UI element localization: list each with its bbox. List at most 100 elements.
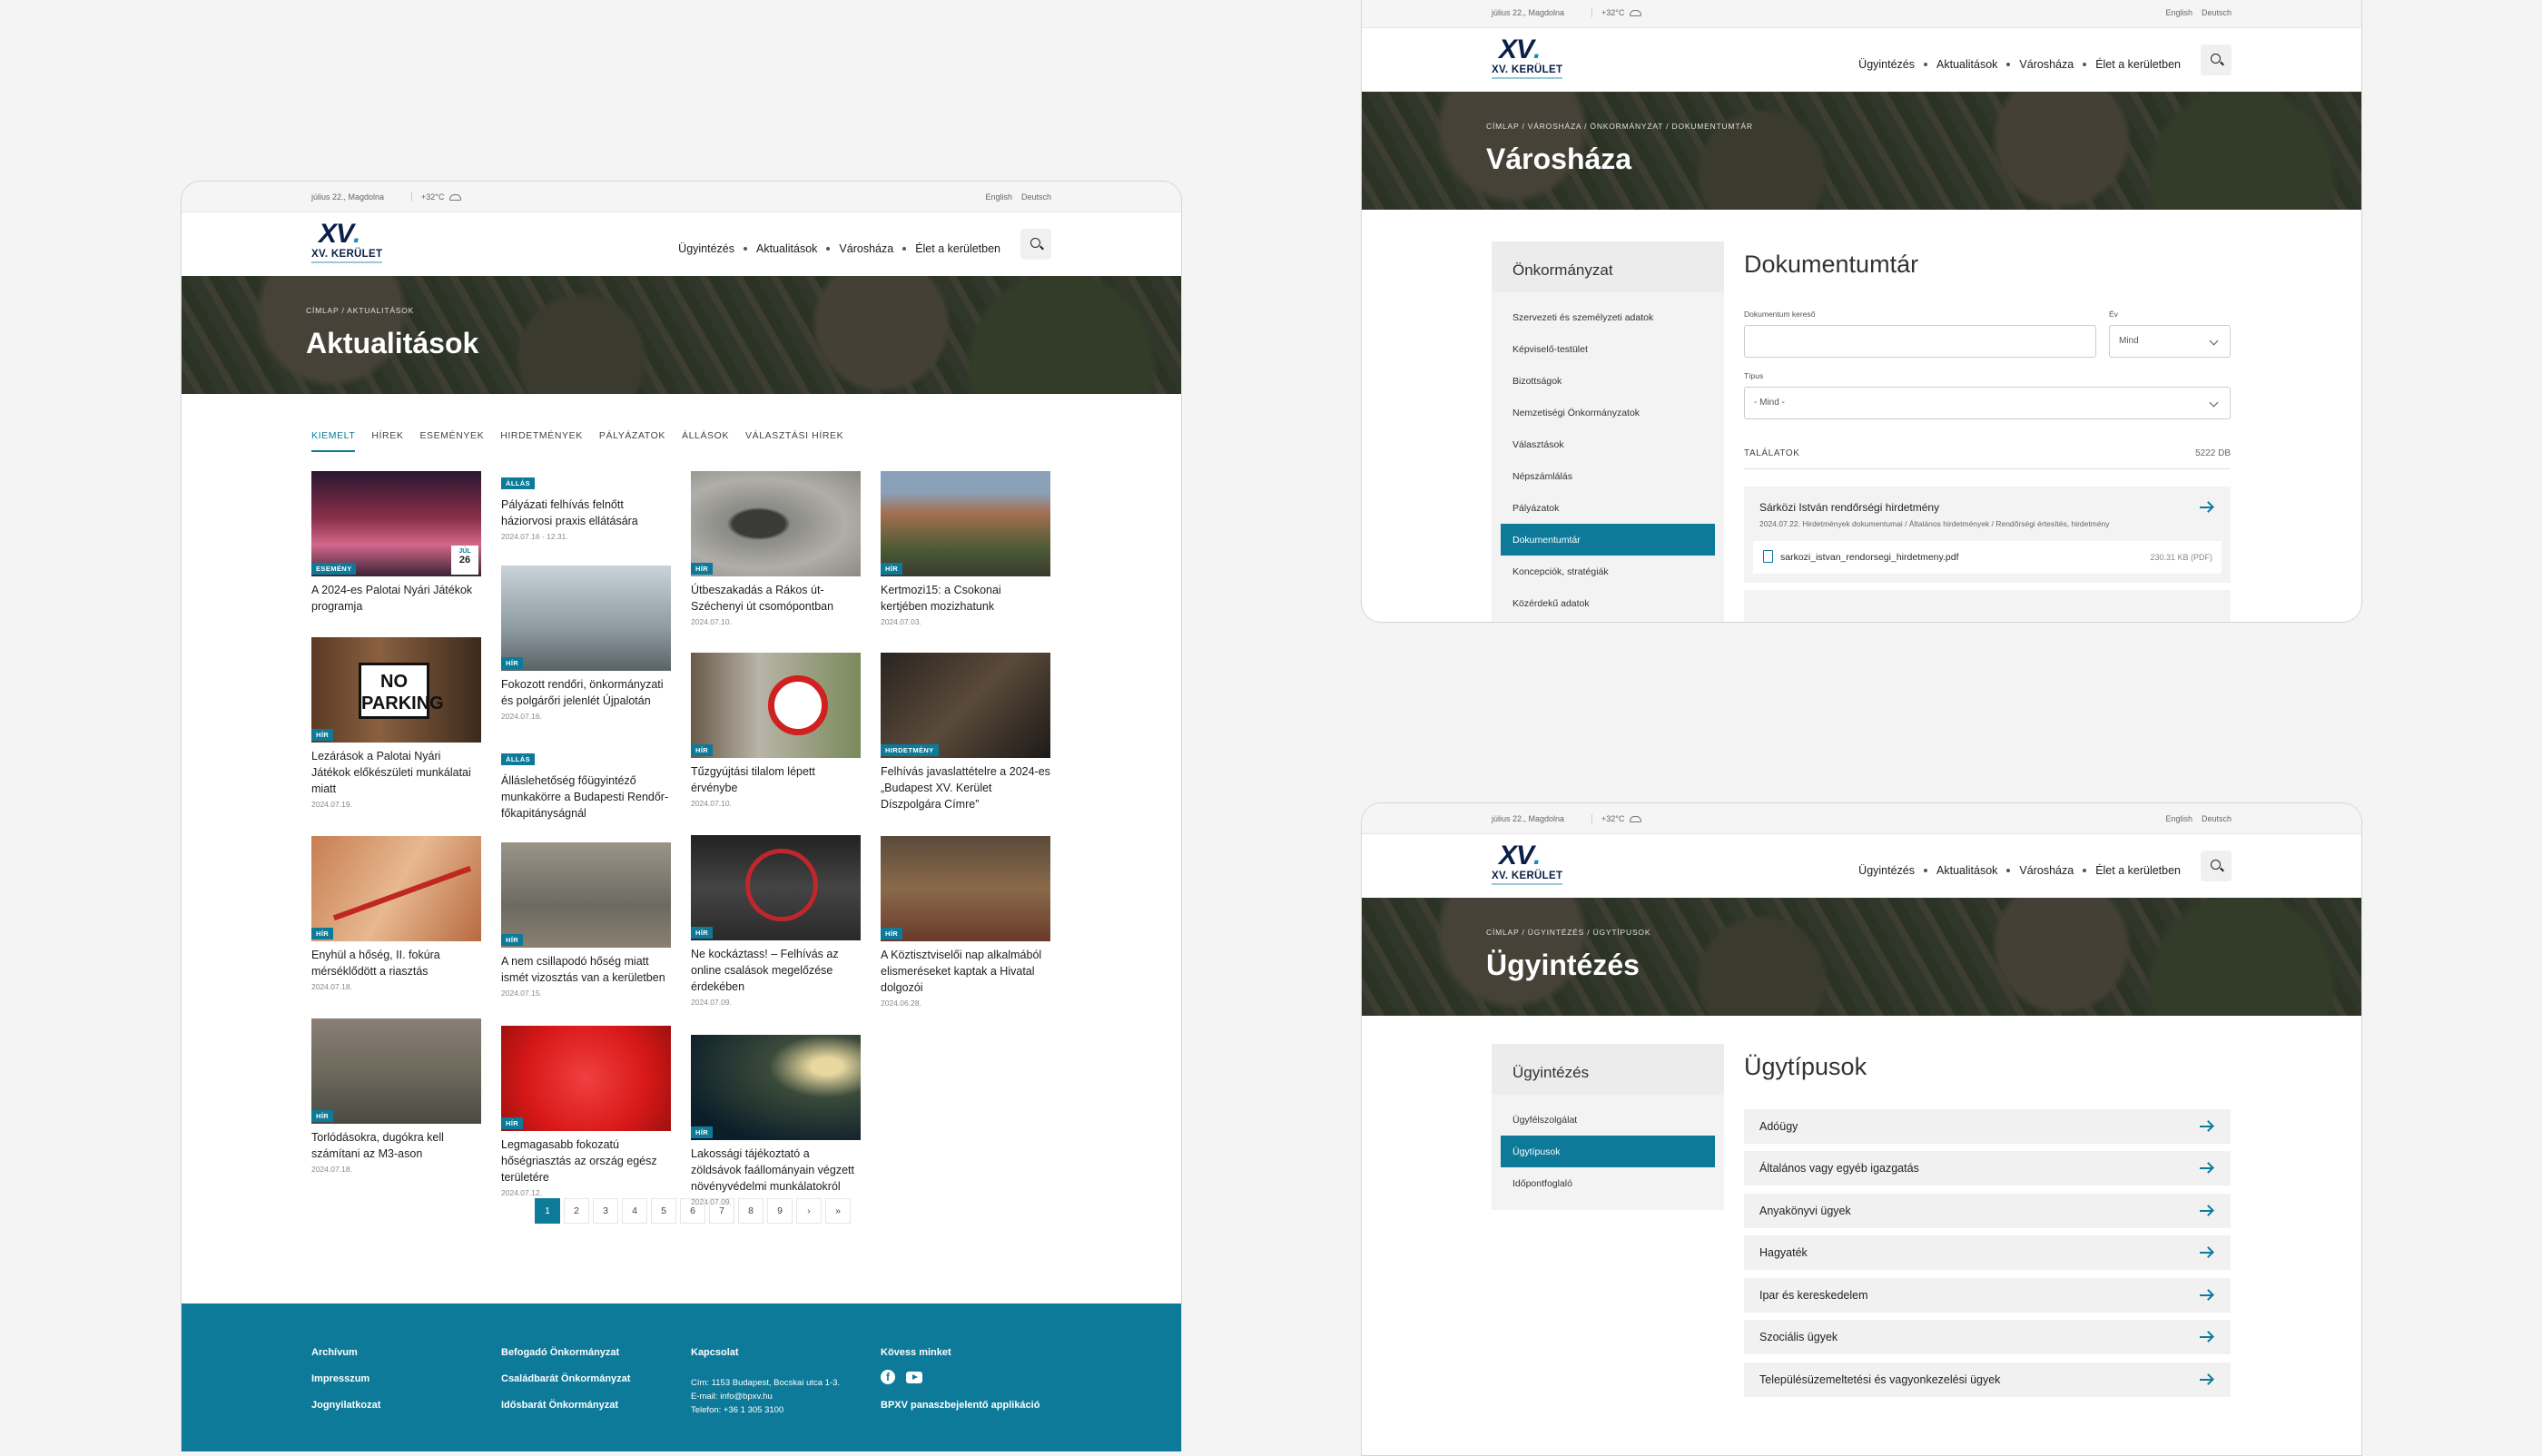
news-card[interactable]: HÍR Ne kockáztass! – Felhívás az online … <box>691 835 861 1007</box>
page-8[interactable]: 8 <box>738 1198 764 1224</box>
nav-ugyintezes[interactable]: Ügyintézés <box>1858 864 1915 877</box>
page-7[interactable]: 7 <box>709 1198 734 1224</box>
sidebar-item[interactable]: Koncepciók, stratégiák <box>1501 556 1715 587</box>
news-card[interactable]: HÍR Útbeszakadás a Rákos út-Széchenyi út… <box>691 471 861 626</box>
news-card[interactable]: HÍR Torlódásokra, dugókra kell számítani… <box>311 1018 481 1174</box>
footer-link[interactable]: Jognyilatkozat <box>311 1400 380 1411</box>
news-card[interactable]: HÍR Legmagasabb fokozatú hőségriasztás a… <box>501 1026 671 1197</box>
page-6[interactable]: 6 <box>680 1198 705 1224</box>
nav-varoshaza[interactable]: Városháza <box>839 242 893 255</box>
last-page-button[interactable]: » <box>825 1198 851 1224</box>
year-select[interactable]: Mind <box>2109 325 2231 358</box>
footer-email[interactable]: E-mail: info@bpxv.hu <box>691 1390 840 1403</box>
sidebar-item[interactable]: Ügyfélszolgálat <box>1501 1104 1715 1136</box>
search-button[interactable] <box>1020 229 1051 260</box>
news-card[interactable]: NO PARKING HÍR Lezárások a Palotai Nyári … <box>311 637 481 809</box>
tab-hirdetmenyek[interactable]: HIRDETMÉNYEK <box>500 430 583 452</box>
case-type-item[interactable]: Általános vagy egyéb igazgatás <box>1744 1151 2231 1185</box>
result-item[interactable]: Sárközi István rendőrségi hirdetmény 202… <box>1744 487 2231 583</box>
case-type-item[interactable]: Hagyaték <box>1744 1235 2231 1270</box>
news-card[interactable]: HÍR A Köztisztviselői nap alkalmából eli… <box>881 836 1050 1008</box>
news-card[interactable]: HÍR Kertmozi15: a Csokonai kertjében moz… <box>881 471 1050 626</box>
tab-palyazatok[interactable]: PÁLYÁZATOK <box>599 430 665 452</box>
news-card[interactable]: HIRDETMÉNY Felhívás javaslattételre a 20… <box>881 653 1050 812</box>
news-card[interactable]: HÍR A nem csillapodó hőség miatt ismét v… <box>501 842 671 998</box>
footer-link[interactable]: Impresszum <box>311 1373 380 1384</box>
sidebar-item[interactable]: Közérdekű adatok <box>1501 587 1715 619</box>
news-card[interactable]: ÁLLÁS Pályázati felhívás felnőtt háziorv… <box>501 474 671 541</box>
sidebar-item[interactable]: Bizottságok <box>1501 365 1715 397</box>
site-logo[interactable]: XV. XV. KERÜLET <box>311 221 386 268</box>
footer-link[interactable]: Befogadó Önkormányzat <box>501 1347 630 1358</box>
lang-english[interactable]: English <box>2165 814 2192 823</box>
search-button[interactable] <box>2201 851 2232 881</box>
page-5[interactable]: 5 <box>651 1198 676 1224</box>
result-title[interactable]: Sárközi István rendőrségi hirdetmény <box>1759 501 2215 514</box>
tab-allasok[interactable]: ÁLLÁSOK <box>682 430 729 452</box>
case-type-item[interactable]: Szociális ügyek <box>1744 1320 2231 1354</box>
tab-hirek[interactable]: HÍREK <box>371 430 403 452</box>
news-card[interactable]: HÍR Lakossági tájékoztató a zöldsávok fa… <box>691 1035 861 1206</box>
page-4[interactable]: 4 <box>622 1198 647 1224</box>
lang-english[interactable]: English <box>2165 8 2192 17</box>
nav-aktualitasok[interactable]: Aktualitások <box>1936 58 1997 71</box>
footer-link[interactable]: Archívum <box>311 1347 380 1358</box>
breadcrumb[interactable]: CÍMLAP / VÁROSHÁZA / ÖNKORMÁNYZAT / DOKU… <box>1486 122 1753 131</box>
sidebar-item[interactable]: Választások <box>1501 428 1715 460</box>
tab-valasztasi[interactable]: VÁLASZTÁSI HÍREK <box>745 430 843 452</box>
news-card[interactable]: ESEMÉNY JÚL 26 A 2024-es Palotai Nyári Já… <box>311 471 481 615</box>
case-type-item[interactable]: Adóügy <box>1744 1109 2231 1144</box>
sidebar-item[interactable]: Időpontfoglaló <box>1501 1167 1715 1199</box>
page-1[interactable]: 1 <box>535 1198 560 1224</box>
lang-english[interactable]: English <box>985 192 1012 202</box>
case-type-item[interactable]: Anyakönyvi ügyek <box>1744 1194 2231 1228</box>
facebook-icon[interactable]: f <box>881 1370 895 1384</box>
sidebar-item[interactable]: Képviselő-testület <box>1501 333 1715 365</box>
site-logo[interactable]: XV. XV. KERÜLET <box>1492 842 1566 890</box>
sidebar-item-active[interactable]: Dokumentumtár <box>1501 524 1715 556</box>
footer-phone[interactable]: Telefon: +36 1 305 3100 <box>691 1403 840 1417</box>
footer-app-link[interactable]: BPXV panaszbejelentő applikáció <box>881 1400 1039 1411</box>
type-select[interactable]: - Mind - <box>1744 387 2231 419</box>
tab-kiemelt[interactable]: KIEMELT <box>311 430 356 452</box>
file-name[interactable]: sarkozi_istvan_rendorsegi_hirdetmeny.pdf <box>1780 552 1959 563</box>
page-2[interactable]: 2 <box>564 1198 589 1224</box>
result-item[interactable] <box>1744 590 2231 622</box>
lang-deutsch[interactable]: Deutsch <box>2202 814 2232 823</box>
nav-aktualitasok[interactable]: Aktualitások <box>756 242 817 255</box>
breadcrumb[interactable]: CÍMLAP / AKTUALITÁSOK <box>306 306 414 315</box>
sidebar-item[interactable]: Népszámlálás <box>1501 460 1715 492</box>
news-card[interactable]: HÍR Fokozott rendőri, önkormányzati és p… <box>501 566 671 721</box>
sidebar-item-active[interactable]: Ügytípusok <box>1501 1136 1715 1167</box>
nav-ugyintezes[interactable]: Ügyintézés <box>678 242 734 255</box>
nav-elet[interactable]: Élet a kerületben <box>915 242 1000 255</box>
document-search-input[interactable] <box>1744 325 2096 358</box>
case-type-item[interactable]: Településüzemeltetési és vagyonkezelési … <box>1744 1363 2231 1397</box>
lang-deutsch[interactable]: Deutsch <box>2202 8 2232 17</box>
site-logo[interactable]: XV. XV. KERÜLET <box>1492 36 1566 84</box>
file-attachment[interactable]: sarkozi_istvan_rendorsegi_hirdetmeny.pdf… <box>1753 541 2222 574</box>
sidebar-item[interactable]: Nemzetiségi Önkormányzatok <box>1501 397 1715 428</box>
footer-link[interactable]: Idősbarát Önkormányzat <box>501 1400 630 1411</box>
page-9[interactable]: 9 <box>767 1198 793 1224</box>
nav-elet[interactable]: Élet a kerületben <box>2095 58 2181 71</box>
sidebar-item[interactable]: Szervezeti és személyzeti adatok <box>1501 301 1715 333</box>
footer-link[interactable]: Családbarát Önkormányzat <box>501 1373 630 1384</box>
page-3[interactable]: 3 <box>593 1198 618 1224</box>
news-card[interactable]: ÁLLÁS Álláslehetőség főügyintéző munkakö… <box>501 750 671 821</box>
search-button[interactable] <box>2201 44 2232 75</box>
nav-elet[interactable]: Élet a kerületben <box>2095 864 2181 877</box>
breadcrumb[interactable]: CÍMLAP / ÜGYINTÉZÉS / ÜGYTÍPUSOK <box>1486 928 1650 937</box>
nav-aktualitasok[interactable]: Aktualitások <box>1936 864 1997 877</box>
case-type-item[interactable]: Ipar és kereskedelem <box>1744 1278 2231 1313</box>
nav-varoshaza[interactable]: Városháza <box>2019 864 2074 877</box>
youtube-icon[interactable] <box>906 1372 922 1383</box>
news-card[interactable]: HÍR Enyhül a hőség, II. fokúra mérséklőd… <box>311 836 481 991</box>
nav-ugyintezes[interactable]: Ügyintézés <box>1858 58 1915 71</box>
news-card[interactable]: HÍR Tűzgyújtási tilalom lépett érvénybe … <box>691 653 861 808</box>
lang-deutsch[interactable]: Deutsch <box>1021 192 1051 202</box>
tab-esemenyek[interactable]: ESEMÉNYEK <box>419 430 484 452</box>
next-page-button[interactable]: › <box>796 1198 822 1224</box>
arrow-right-icon[interactable] <box>2200 507 2212 508</box>
nav-varoshaza[interactable]: Városháza <box>2019 58 2074 71</box>
